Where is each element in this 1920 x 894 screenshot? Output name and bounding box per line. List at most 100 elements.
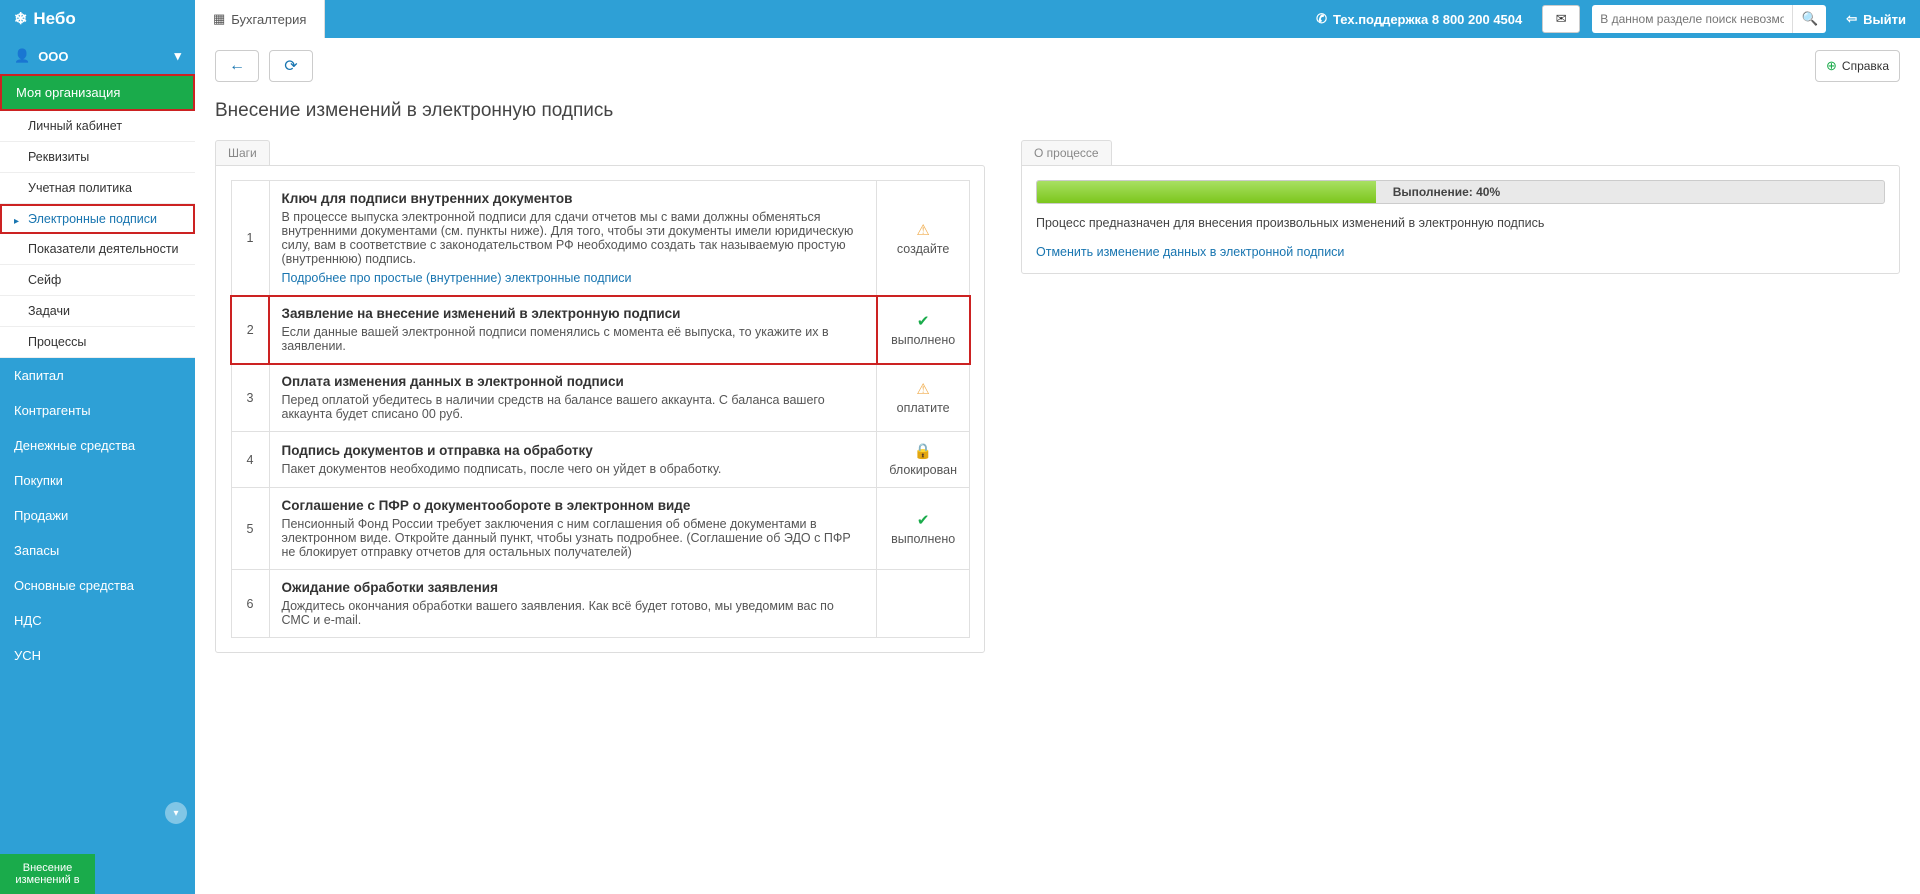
sidebar-item-processes[interactable]: Процессы xyxy=(0,327,195,358)
process-column: О процессе Выполнение: 40% Процесс предн… xyxy=(1021,140,1900,274)
search: 🔍 xyxy=(1592,5,1826,33)
lifebuoy-icon: ⊕ xyxy=(1826,58,1837,74)
sidebar-item-purchases[interactable]: Покупки xyxy=(0,463,195,498)
back-button[interactable]: ← xyxy=(215,50,259,82)
logo-text: Небо xyxy=(33,9,75,29)
steps-table: 1 Ключ для подписи внутренних документов В… xyxy=(230,180,970,638)
sidebar-item-assets[interactable]: Основные средства xyxy=(0,568,195,603)
step-desc: Перед оплатой убедитесь в наличии средст… xyxy=(282,393,825,421)
sidebar-scroll-down[interactable]: ▾ xyxy=(165,802,187,824)
search-icon: 🔍 xyxy=(1801,11,1818,26)
progress-bar: Выполнение: 40% xyxy=(1036,180,1885,204)
page-title: Внесение изменений в электронную подпись xyxy=(215,100,1900,122)
step-title: Оплата изменения данных в электронной по… xyxy=(282,374,865,389)
sidebar-item-vat[interactable]: НДС xyxy=(0,603,195,638)
progress-text: Выполнение: 40% xyxy=(1393,181,1500,203)
step-title: Подпись документов и отправка на обработ… xyxy=(282,443,865,458)
sidebar-item-safe[interactable]: Сейф xyxy=(0,265,195,296)
step-status-label: создайте xyxy=(897,242,949,256)
support-phone[interactable]: ✆ Тех.поддержка 8 800 200 4504 xyxy=(1302,0,1536,38)
sidebar-item-stock[interactable]: Запасы xyxy=(0,533,195,568)
step-number: 6 xyxy=(231,570,269,638)
step-number: 1 xyxy=(231,181,269,296)
user-icon: 👤 xyxy=(14,48,30,64)
step-status-label: оплатите xyxy=(897,401,950,415)
step-status-label: выполнено xyxy=(891,532,955,546)
search-input[interactable] xyxy=(1592,5,1792,33)
step-desc: Если данные вашей электронной подписи по… xyxy=(282,325,829,353)
cancel-changes-link[interactable]: Отменить изменение данных в электронной … xyxy=(1036,245,1344,259)
step-number: 3 xyxy=(231,364,269,432)
step-row[interactable]: 5Соглашение с ПФР о документообороте в э… xyxy=(231,488,970,570)
sidebar-item-usn[interactable]: УСН xyxy=(0,638,195,673)
step-row[interactable]: 1 Ключ для подписи внутренних документов В… xyxy=(231,181,970,296)
logo[interactable]: ❄ Небо xyxy=(0,0,195,38)
chevron-down-icon: ▾ xyxy=(173,808,178,819)
step-number: 5 xyxy=(231,488,269,570)
step-number: 4 xyxy=(231,432,269,488)
logout-button[interactable]: ⇦ Выйти xyxy=(1832,0,1920,38)
sidebar-item-tasks[interactable]: Задачи xyxy=(0,296,195,327)
mail-button[interactable]: ✉ xyxy=(1542,5,1580,33)
refresh-icon: ⟳ xyxy=(284,56,297,76)
search-button[interactable]: 🔍 xyxy=(1792,5,1826,33)
step-body: Подпись документов и отправка на обработ… xyxy=(269,432,877,488)
sidebar-item-cash[interactable]: Денежные средства xyxy=(0,428,195,463)
process-panel: Выполнение: 40% Процесс предназначен для… xyxy=(1021,165,1900,274)
org-selector[interactable]: 👤 ООО ▾ xyxy=(0,38,195,74)
step-body: Ожидание обработки заявленияДождитесь ок… xyxy=(269,570,877,638)
step-status-label: выполнено xyxy=(891,333,955,347)
step-body: Заявление на внесение изменений в электр… xyxy=(269,296,877,364)
sidebar-item-indicators[interactable]: Показатели деятельности xyxy=(0,234,195,265)
chevron-down-icon: ▾ xyxy=(174,48,181,64)
sidebar-item-requisites[interactable]: Реквизиты xyxy=(0,142,195,173)
step-status xyxy=(877,570,970,638)
step-status-label: блокирован xyxy=(889,463,957,477)
step-number: 2 xyxy=(231,296,269,364)
step-title: Заявление на внесение изменений в электр… xyxy=(282,306,865,321)
grid-icon: ▦ xyxy=(213,11,225,27)
sidebar-item-cabinet[interactable]: Личный кабинет xyxy=(0,111,195,142)
step-title: Ожидание обработки заявления xyxy=(282,580,865,595)
step-status: ⚠ создайте xyxy=(877,181,970,296)
phone-icon: ✆ xyxy=(1316,11,1327,27)
steps-panel: 1 Ключ для подписи внутренних документов В… xyxy=(215,165,985,653)
sidebar-item-counterparties[interactable]: Контрагенты xyxy=(0,393,195,428)
step-link[interactable]: Подробнее про простые (внутренние) элект… xyxy=(282,271,632,285)
step-row[interactable]: 2 Заявление на внесение изменений в элект… xyxy=(231,296,970,364)
refresh-button[interactable]: ⟳ xyxy=(269,50,313,82)
sidebar-item-sales[interactable]: Продажи xyxy=(0,498,195,533)
warning-icon: ⚠ xyxy=(889,221,957,239)
sidebar-item-esignatures[interactable]: Электронные подписи xyxy=(0,204,195,234)
step-row[interactable]: 3 Оплата изменения данных в электронной п… xyxy=(231,364,970,432)
step-row[interactable]: 6Ожидание обработки заявленияДождитесь о… xyxy=(231,570,970,638)
logout-icon: ⇦ xyxy=(1846,11,1857,27)
check-icon: ✔ xyxy=(889,511,957,529)
help-button[interactable]: ⊕ Справка xyxy=(1815,50,1900,82)
steps-tab[interactable]: Шаги xyxy=(215,140,270,165)
sidebar: 👤 ООО ▾ Моя организация Личный кабинет Р… xyxy=(0,38,195,894)
logo-icon: ❄ xyxy=(14,9,27,29)
bottom-process-tab[interactable]: Внесение изменений в xyxy=(0,854,95,894)
process-tab[interactable]: О процессе xyxy=(1021,140,1112,165)
sidebar-section-my-org[interactable]: Моя организация xyxy=(0,74,195,111)
step-desc: В процессе выпуска электронной подписи д… xyxy=(282,210,854,266)
tab-accounting[interactable]: ▦ Бухгалтерия xyxy=(195,0,325,38)
step-status: ✔ выполнено xyxy=(877,488,970,570)
main-content: ← ⟳ ⊕ Справка Внесение изменений в элект… xyxy=(195,38,1920,894)
sidebar-item-capital[interactable]: Капитал xyxy=(0,358,195,393)
step-status: ✔ выполнено xyxy=(877,296,970,364)
step-body: Соглашение с ПФР о документообороте в эл… xyxy=(269,488,877,570)
step-row[interactable]: 4 Подпись документов и отправка на обрабо… xyxy=(231,432,970,488)
check-icon: ✔ xyxy=(889,312,957,330)
step-desc: Пенсионный Фонд России требует заключени… xyxy=(282,517,851,559)
step-status: ⚠ оплатите xyxy=(877,364,970,432)
sidebar-submenu: Личный кабинет Реквизиты Учетная политик… xyxy=(0,111,195,358)
step-desc: Пакет документов необходимо подписать, п… xyxy=(282,462,722,476)
steps-column: Шаги 1 Ключ для подписи внутренних докуме… xyxy=(215,140,985,653)
warning-icon: ⚠ xyxy=(889,380,957,398)
mail-icon: ✉ xyxy=(1556,11,1567,27)
sidebar-item-accounting-policy[interactable]: Учетная политика xyxy=(0,173,195,204)
toolbar: ← ⟳ ⊕ Справка xyxy=(215,50,1900,82)
step-title: Ключ для подписи внутренних документов xyxy=(282,191,865,206)
